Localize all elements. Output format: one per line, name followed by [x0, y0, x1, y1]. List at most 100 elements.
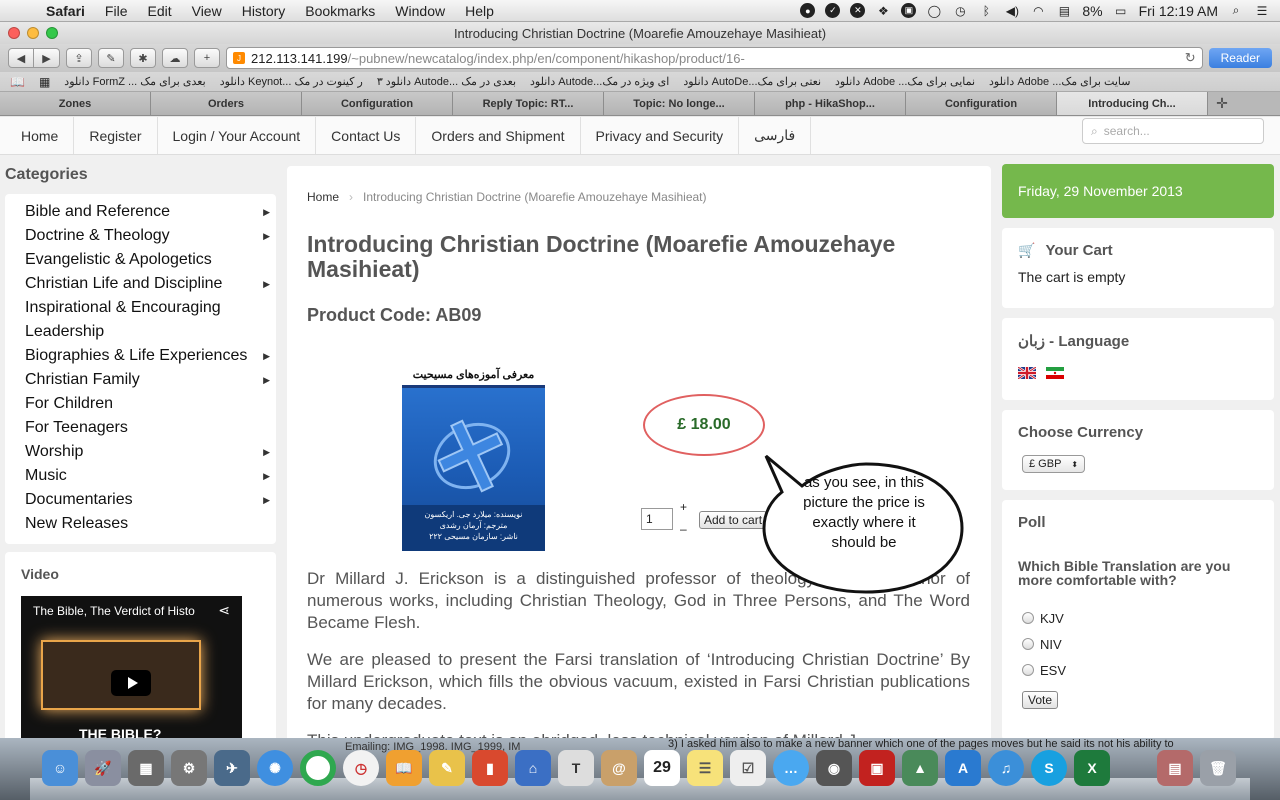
category-item[interactable]: Doctrine & Theology ▶ — [5, 224, 276, 248]
photo-stack-icon[interactable]: ▤ — [1157, 750, 1193, 786]
forward-button[interactable]: ▶ — [34, 48, 60, 68]
menu-app[interactable]: Safari — [36, 3, 95, 19]
reader-button[interactable]: Reader — [1208, 48, 1272, 68]
battery-percent[interactable]: 8% — [1082, 3, 1102, 19]
top-sites-grid-icon[interactable]: ▦ — [39, 75, 50, 89]
tab-zones[interactable]: Zones — [0, 92, 151, 115]
quantity-increase-button[interactable]: + — [680, 500, 687, 514]
menu-bookmarks[interactable]: Bookmarks — [295, 3, 385, 19]
clock-app-icon[interactable]: ◷ — [343, 750, 379, 786]
messages-icon[interactable]: … — [773, 750, 809, 786]
back-button[interactable]: ◀ — [8, 48, 34, 68]
iphoto-icon[interactable]: ▲ — [902, 750, 938, 786]
video-player[interactable]: The Bible, The Verdict of Histo ⋖ THE BI… — [21, 596, 242, 738]
itunes-icon[interactable]: ♫ — [988, 750, 1024, 786]
share-icon[interactable]: ⋖ — [218, 602, 230, 619]
menu-edit[interactable]: Edit — [137, 3, 181, 19]
currency-select[interactable]: £ GBP ⬍ — [1022, 455, 1086, 473]
numbers-icon[interactable]: ▮ — [472, 750, 508, 786]
category-item[interactable]: For Teenagers — [5, 416, 276, 440]
pages-icon[interactable]: ✎ — [429, 750, 465, 786]
poll-option[interactable]: KJV — [1022, 605, 1258, 631]
menu-file[interactable]: File — [95, 3, 138, 19]
menu-history[interactable]: History — [232, 3, 296, 19]
bookmark-item[interactable]: دانلود ۳ Autode... بعدی در مک — [377, 75, 516, 88]
bookmark-item[interactable]: دانلود Adobe ...سایت برای مک — [989, 75, 1130, 88]
contacts-icon[interactable]: @ — [601, 750, 637, 786]
status-check-icon[interactable]: ✓ — [825, 3, 841, 18]
reload-icon[interactable]: ↻ — [1185, 50, 1196, 66]
category-item[interactable]: Evangelistic & Apologetics — [5, 248, 276, 272]
poll-option[interactable]: NIV — [1022, 631, 1258, 657]
category-item[interactable]: Biographies & Life Experiences ▶ — [5, 344, 276, 368]
safari-icon[interactable]: ✺ — [257, 750, 293, 786]
nav-home[interactable]: Home — [0, 117, 75, 154]
category-item[interactable]: New Releases — [5, 512, 276, 536]
category-item[interactable]: Christian Life and Discipline ▶ — [5, 272, 276, 296]
nav-register[interactable]: Register — [74, 117, 158, 154]
vote-button[interactable]: Vote — [1022, 691, 1059, 709]
flag-uk-icon[interactable] — [1018, 366, 1036, 379]
spotlight-icon[interactable]: ⌕ — [1228, 3, 1244, 18]
launchpad-icon[interactable]: 🚀 — [85, 750, 121, 786]
poll-option[interactable]: ESV — [1022, 657, 1258, 683]
play-icon[interactable] — [111, 670, 151, 696]
bookmark-item[interactable]: دانلود Autode...ای ویژه در مک — [530, 75, 669, 88]
close-window-button[interactable] — [8, 27, 20, 39]
quantity-input[interactable]: 1 — [641, 508, 673, 530]
search-input[interactable]: ⌕ search... — [1082, 118, 1264, 144]
nav-login[interactable]: Login / Your Account — [158, 117, 317, 154]
photo-booth-icon[interactable]: ▣ — [859, 750, 895, 786]
tab-php-hikashop[interactable]: php - HikaShop... — [755, 92, 906, 115]
system-preferences-icon[interactable]: ⚙ — [171, 750, 207, 786]
notes-icon[interactable]: ☰ — [687, 750, 723, 786]
keynote-icon[interactable]: ⌂ — [515, 750, 551, 786]
category-item[interactable]: Documentaries ▶ — [5, 488, 276, 512]
wrench-icon[interactable]: ✎ — [98, 48, 124, 68]
status-x-icon[interactable]: ✕ — [850, 3, 866, 18]
extension-icon[interactable]: ✱ — [130, 48, 156, 68]
menu-help[interactable]: Help — [455, 3, 504, 19]
bookmarks-book-icon[interactable]: 📖 — [10, 75, 25, 89]
textedit-icon[interactable]: T — [558, 750, 594, 786]
facetime-icon[interactable]: ◉ — [816, 750, 852, 786]
radio-button[interactable] — [1022, 612, 1034, 624]
menu-view[interactable]: View — [182, 3, 232, 19]
tab-orders[interactable]: Orders — [151, 92, 302, 115]
bookmark-item[interactable]: دانلود AutoDe...نعتی برای مک — [683, 75, 821, 88]
bookmark-item[interactable]: دانلود Keynot... ر کینوت در مک — [220, 75, 363, 88]
calendar-icon[interactable]: 29 — [644, 750, 680, 786]
nav-contact[interactable]: Contact Us — [316, 117, 417, 154]
category-item[interactable]: Leadership — [5, 320, 276, 344]
radio-button[interactable] — [1022, 638, 1034, 650]
tab-configuration[interactable]: Configuration — [302, 92, 453, 115]
category-item[interactable]: Bible and Reference ▶ — [5, 200, 276, 224]
category-item[interactable]: Inspirational & Encouraging — [5, 296, 276, 320]
add-to-cart-button[interactable]: Add to cart — [699, 511, 768, 529]
category-item[interactable]: For Children — [5, 392, 276, 416]
wifi-icon[interactable]: ◠ — [1030, 4, 1046, 18]
ibooks-icon[interactable]: 📖 — [386, 750, 422, 786]
trash-icon[interactable]: 🗑 — [1200, 750, 1236, 786]
nav-privacy[interactable]: Privacy and Security — [581, 117, 740, 154]
breadcrumb-home[interactable]: Home — [307, 190, 339, 204]
category-item[interactable]: Worship ▶ — [5, 440, 276, 464]
flag-us-icon[interactable]: ▤ — [1056, 4, 1072, 18]
address-bar[interactable]: J 212.113.141.199 /~pubnew/newcatalog/in… — [226, 47, 1203, 69]
tab-introducing[interactable]: Introducing Ch... — [1057, 92, 1208, 115]
category-item[interactable]: Christian Family ▶ — [5, 368, 276, 392]
time-machine-icon[interactable]: ◷ — [952, 4, 968, 18]
tab-reply-topic[interactable]: Reply Topic: RT... — [453, 92, 604, 115]
radio-button[interactable] — [1022, 664, 1034, 676]
category-item[interactable]: Music ▶ — [5, 464, 276, 488]
preview-icon[interactable]: ✈ — [214, 750, 250, 786]
tab-overview-icon[interactable]: ✛ — [1208, 92, 1236, 115]
app-store-icon[interactable]: A — [945, 750, 981, 786]
status-app-icon[interactable]: ● — [800, 3, 816, 18]
bluetooth-icon[interactable]: ᛒ — [978, 4, 994, 18]
clock[interactable]: Fri 12:19 AM — [1139, 3, 1218, 19]
bookmark-item[interactable]: دانلود FormZ ... بعدی برای مک — [64, 75, 205, 88]
finder-icon[interactable]: ☺ — [42, 750, 78, 786]
tab-topic[interactable]: Topic: No longe... — [604, 92, 755, 115]
mission-control-icon[interactable]: ▦ — [128, 750, 164, 786]
